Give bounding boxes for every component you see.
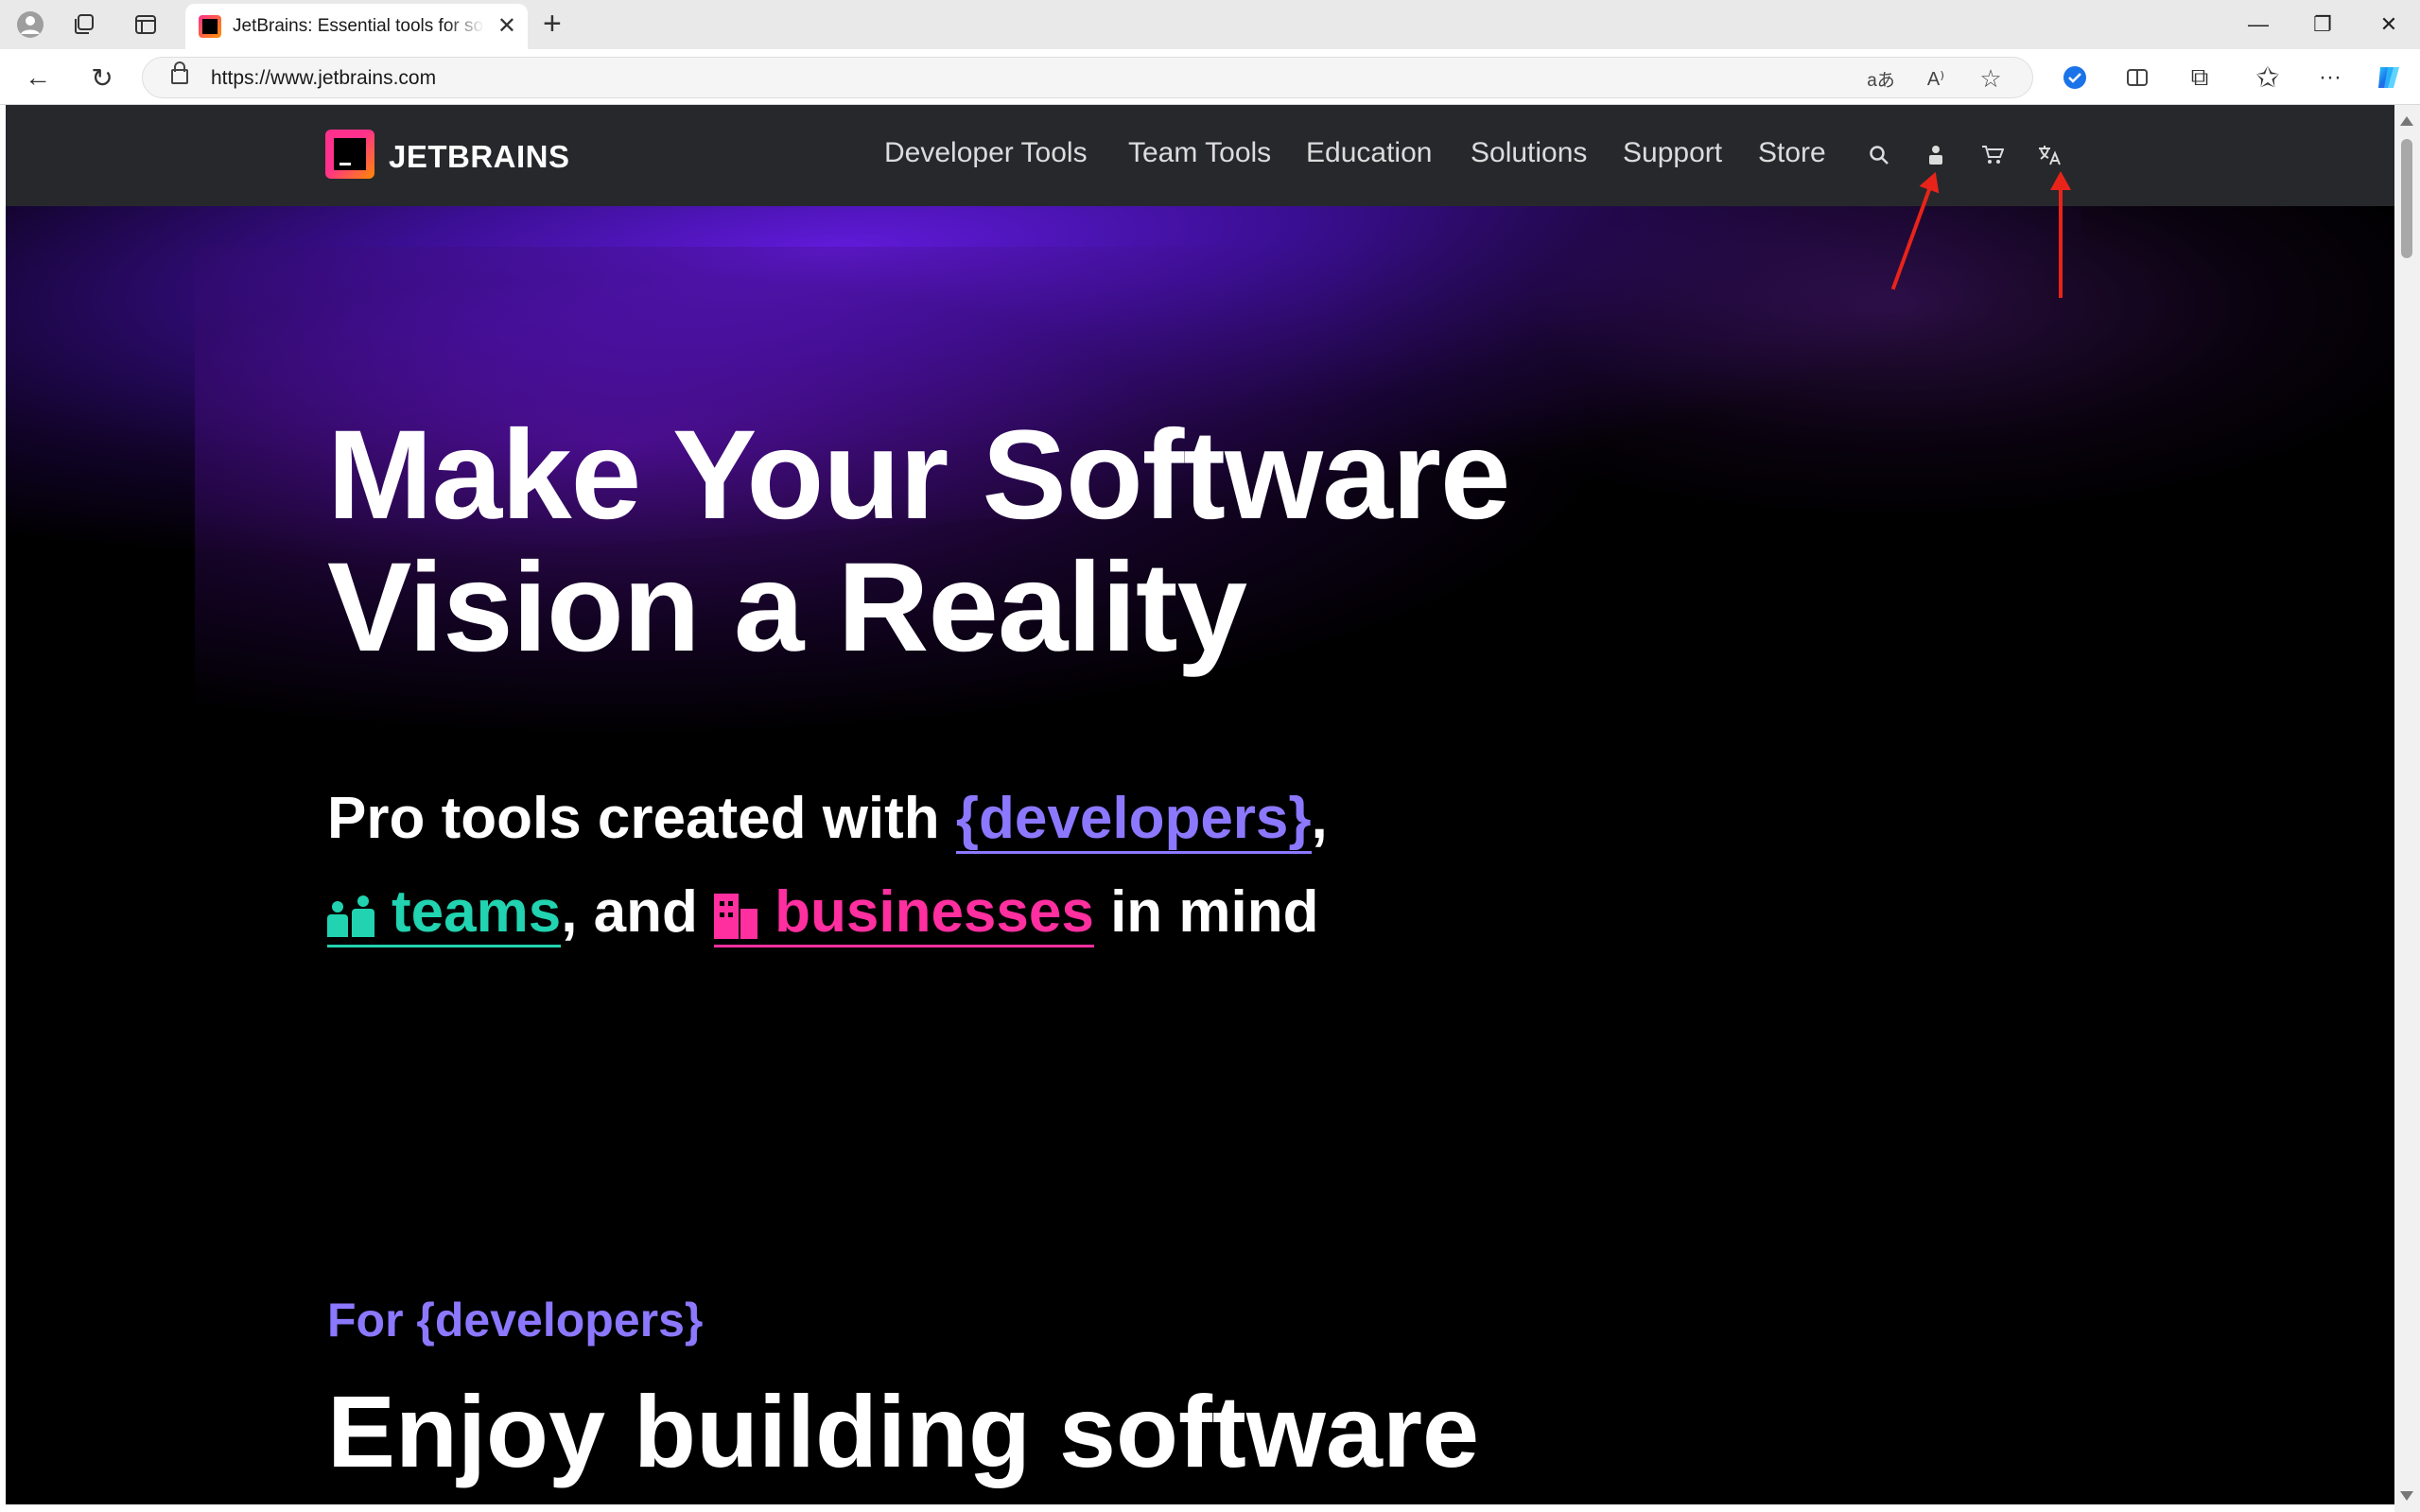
nav-support[interactable]: Support [1623, 137, 1722, 169]
minimize-icon[interactable]: — [2230, 6, 2287, 43]
more-icon[interactable]: ··· [2313, 61, 2347, 95]
close-window-icon[interactable]: ✕ [2360, 6, 2417, 43]
active-tab[interactable]: JetBrains: Essential tools for software … [185, 4, 528, 49]
tab-actions-icon[interactable] [131, 9, 161, 40]
businesses-link[interactable]: businesses [714, 879, 1094, 947]
restore-icon[interactable]: ❐ [2294, 6, 2351, 43]
logo-text[interactable]: JETBRAINS [389, 139, 570, 175]
hero-subtitle-line2: teams, and businesses in mind [327, 865, 1840, 959]
nav-solutions[interactable]: Solutions [1471, 137, 1587, 169]
nav-store[interactable]: Store [1758, 137, 1826, 169]
section-eyebrow: For {developers} [327, 1294, 704, 1347]
account-icon[interactable] [1922, 141, 1950, 169]
url-text[interactable]: https://www.jetbrains.com [211, 67, 436, 90]
hero-title-line2: Vision a Reality [327, 537, 1247, 678]
page-scrollbar[interactable] [2394, 105, 2420, 1512]
cart-icon[interactable] [1978, 141, 2007, 169]
jetbrains-logo-icon[interactable] [325, 130, 374, 179]
favorites-icon[interactable]: ✩ [2251, 61, 2285, 95]
scroll-down-icon[interactable] [2400, 1491, 2413, 1501]
back-icon[interactable]: ← [21, 61, 55, 95]
page-viewport: JETBRAINS Developer Tools Team Tools Edu… [6, 105, 2394, 1504]
split-screen-icon[interactable] [2120, 61, 2154, 95]
refresh-icon[interactable]: ↻ [85, 61, 119, 95]
language-icon[interactable] [2035, 141, 2063, 169]
hero-subtitle: Pro tools created with {developers}, tea… [327, 772, 1840, 959]
address-bar[interactable]: https://www.jetbrains.com aあ A⁾ ☆ [142, 57, 2033, 98]
sub-suffix: in mind [1093, 879, 1319, 945]
sub-comma: , [1311, 786, 1328, 851]
hero-title-line1: Make Your Software [327, 405, 1510, 546]
new-tab-icon[interactable]: + [543, 8, 562, 40]
teams-label: teams [392, 879, 562, 945]
developers-link[interactable]: {developers} [955, 786, 1312, 854]
translate-page-icon[interactable]: aあ [1866, 63, 1896, 94]
teams-icon [327, 895, 374, 937]
nav-education[interactable]: Education [1306, 137, 1432, 169]
scroll-up-icon[interactable] [2400, 116, 2413, 126]
copilot-icon[interactable] [2372, 61, 2406, 95]
building-icon [714, 893, 758, 939]
browser-toolbar: ← ↻ https://www.jetbrains.com aあ A⁾ ☆ ⧉ … [0, 49, 2420, 105]
tab-title: JetBrains: Essential tools for software … [233, 16, 484, 36]
profile-icon[interactable] [15, 9, 45, 40]
extension-icon[interactable] [2058, 61, 2092, 95]
close-tab-icon[interactable]: ✕ [497, 13, 516, 40]
section-title: Enjoy building software [327, 1374, 1480, 1488]
annotation-arrow [2050, 171, 2071, 298]
hero-subtitle-line1: Pro tools created with {developers}, [327, 772, 1840, 865]
read-aloud-icon[interactable]: A⁾ [1921, 63, 1951, 94]
sub-prefix: Pro tools created with [327, 786, 956, 851]
browser-tab-strip: JetBrains: Essential tools for software … [0, 0, 2420, 49]
scrollbar-thumb[interactable] [2401, 139, 2412, 258]
hero-title: Make Your Software Vision a Reality [327, 409, 1840, 674]
site-header: JETBRAINS Developer Tools Team Tools Edu… [6, 105, 2394, 206]
teams-link[interactable]: teams [327, 879, 562, 947]
favorite-icon[interactable]: ☆ [1976, 63, 2006, 94]
jetbrains-favicon-icon [199, 15, 221, 38]
nav-team-tools[interactable]: Team Tools [1128, 137, 1271, 169]
lock-icon[interactable] [171, 61, 188, 84]
nav-developer-tools[interactable]: Developer Tools [884, 137, 1088, 169]
search-icon[interactable] [1865, 141, 1893, 169]
workspaces-icon[interactable] [68, 9, 98, 40]
sub-and: , and [561, 879, 715, 945]
businesses-label: businesses [775, 879, 1094, 945]
extensions-icon[interactable]: ⧉ [2183, 61, 2217, 95]
